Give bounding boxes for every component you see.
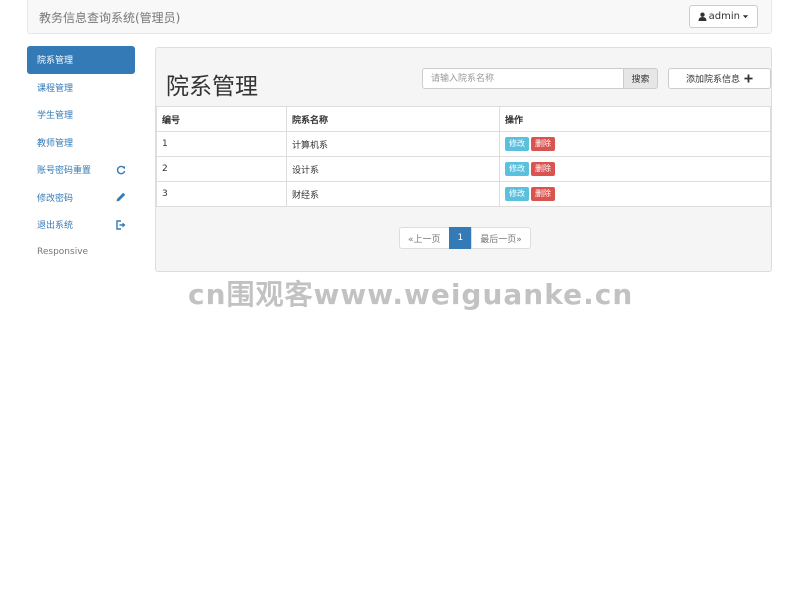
delete-button[interactable]: 删除 <box>531 187 555 201</box>
sidebar-item-label: Responsive <box>37 247 89 258</box>
sidebar-item-students[interactable]: 学生管理 <box>27 101 135 129</box>
cell-name: 设计系 <box>286 156 500 182</box>
cell-actions: 修改 删除 <box>499 181 771 207</box>
prev-page-link[interactable]: «上一页 <box>399 227 450 249</box>
table-row: 3 财经系 修改 删除 <box>156 181 771 207</box>
sidebar-item-label: 教师管理 <box>37 138 74 149</box>
sidebar-item-teachers[interactable]: 教师管理 <box>27 129 135 157</box>
current-page-link[interactable]: 1 <box>448 227 473 249</box>
pencil-icon <box>116 193 126 202</box>
cell-id: 1 <box>156 131 287 157</box>
caret-down-icon <box>742 15 749 19</box>
plus-icon <box>744 74 753 83</box>
sidebar-item-reset-password[interactable]: 账号密码重置 <box>27 156 135 184</box>
logout-icon <box>116 220 126 230</box>
sidebar-item-label: 学生管理 <box>37 111 74 122</box>
pagination: «上一页 1 最后一页» <box>399 227 531 249</box>
refresh-icon <box>116 165 126 175</box>
edit-button[interactable]: 修改 <box>505 187 529 201</box>
sidebar-item-responsive: Responsive <box>27 239 135 267</box>
search-button[interactable]: 搜索 <box>623 68 658 89</box>
column-header-id: 编号 <box>156 106 287 132</box>
user-menu-button[interactable]: admin <box>688 5 758 28</box>
cell-id: 2 <box>156 156 287 182</box>
table-row: 2 设计系 修改 删除 <box>156 156 771 182</box>
sidebar-item-logout[interactable]: 退出系统 <box>27 211 135 239</box>
user-name: admin <box>708 11 740 22</box>
column-header-name: 院系名称 <box>286 106 500 132</box>
sidebar-item-label: 院系管理 <box>37 56 74 67</box>
add-department-button[interactable]: 添加院系信息 <box>668 68 771 89</box>
edit-button[interactable]: 修改 <box>505 162 529 176</box>
main-panel: 院系管理 搜索 添加院系信息 编号 院系名称 操作 1 计算机系 修改删除 2 … <box>155 47 772 272</box>
last-page-link[interactable]: 最后一页» <box>471 227 531 249</box>
sidebar-item-label: 退出系统 <box>37 221 74 232</box>
sidebar-item-label: 课程管理 <box>37 83 74 94</box>
sidebar-item-departments[interactable]: 院系管理 <box>27 46 135 74</box>
sidebar-item-change-password[interactable]: 修改密码 <box>27 184 135 212</box>
departments-table: 编号 院系名称 操作 1 计算机系 修改 删除 2 设计系 修改 删除 3 财经… <box>156 106 771 207</box>
top-navbar: 教务信息查询系统(管理员) admin <box>27 0 772 34</box>
add-button-label: 添加院系信息 <box>685 75 740 85</box>
brand-title: 教务信息查询系统(管理员) <box>39 11 181 25</box>
watermark-text: cn围观客www.weiguanke.cn <box>188 278 634 311</box>
page-title: 院系管理 <box>166 74 258 100</box>
sidebar-nav: 院系管理 课程管理 学生管理 教师管理 账号密码重置 修改密码 退出系统 Res… <box>27 46 135 266</box>
cell-id: 3 <box>156 181 287 207</box>
cell-actions: 修改 删除 <box>499 156 771 182</box>
edit-button[interactable]: 修改 <box>505 137 529 151</box>
table-header-row: 编号 院系名称 操作 <box>156 106 771 132</box>
cell-name: 财经系 <box>286 181 500 207</box>
user-icon <box>698 12 707 21</box>
column-header-actions: 操作 <box>499 106 771 132</box>
sidebar-item-label: 修改密码 <box>37 193 74 204</box>
cell-name: 计算机系 <box>286 131 500 157</box>
sidebar-item-courses[interactable]: 课程管理 <box>27 74 135 102</box>
sidebar-item-label: 账号密码重置 <box>37 166 92 177</box>
delete-button[interactable]: 删除 <box>531 162 555 176</box>
table-row: 1 计算机系 修改 删除 <box>156 131 771 157</box>
search-input[interactable] <box>422 68 624 89</box>
delete-button[interactable]: 删除 <box>531 137 555 151</box>
cell-actions: 修改 删除 <box>499 131 771 157</box>
